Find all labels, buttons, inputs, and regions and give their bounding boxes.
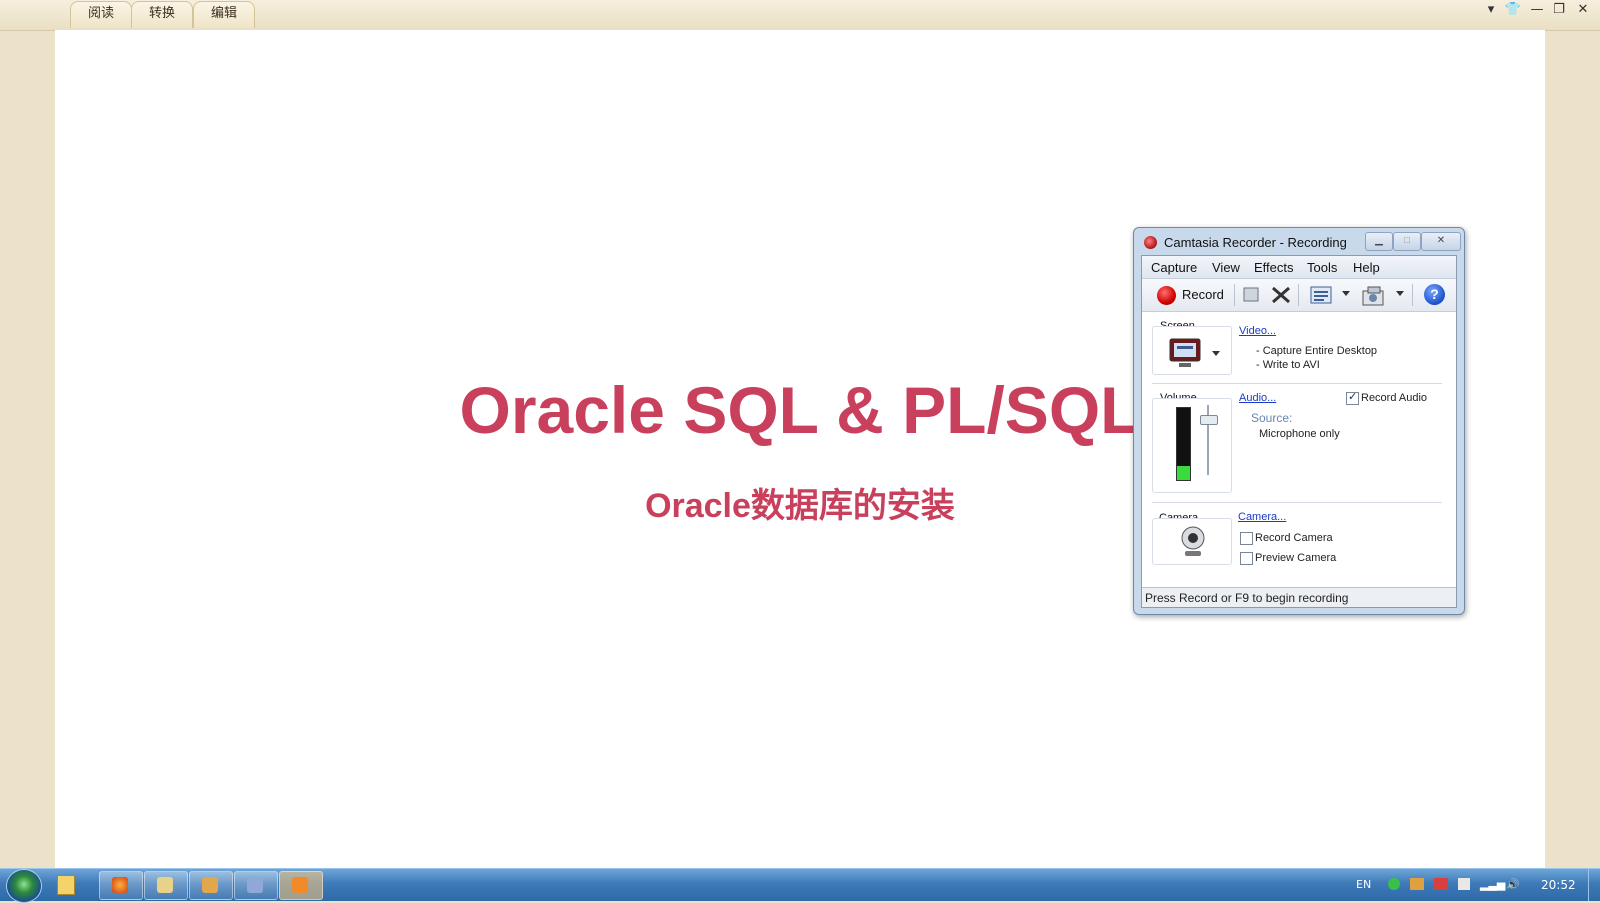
taskbar-explorer[interactable] xyxy=(144,871,188,900)
recorder-body: Capture View Effects Tools Help Record ?… xyxy=(1141,255,1457,608)
app-icon xyxy=(247,877,263,893)
video-link[interactable]: Video... xyxy=(1239,325,1276,337)
skin-icon[interactable]: 👕 xyxy=(1504,2,1522,17)
toolbar-separator xyxy=(1412,284,1413,306)
tray-app-icon[interactable] xyxy=(1458,878,1470,890)
record-audio-checkbox[interactable] xyxy=(1346,390,1359,405)
start-button[interactable] xyxy=(6,869,42,903)
record-label: Record xyxy=(1182,287,1224,302)
volume-slider-thumb[interactable] xyxy=(1200,415,1218,425)
explorer-icon xyxy=(157,877,173,893)
minimize-icon[interactable]: — xyxy=(1528,2,1546,17)
recorder-statusbar: Press Record or F9 to begin recording xyxy=(1142,587,1456,607)
camera-settings-icon[interactable] xyxy=(1362,285,1388,312)
chevron-down-icon[interactable] xyxy=(1396,291,1404,296)
tab-edit[interactable]: 编辑 xyxy=(193,1,255,28)
stop-icon[interactable] xyxy=(1242,285,1260,308)
preview-camera-label: Preview Camera xyxy=(1255,552,1337,564)
menu-help[interactable]: Help xyxy=(1353,260,1380,275)
screen-detail: - Capture Entire Desktop xyxy=(1256,345,1378,357)
status-text: Press Record or F9 to begin recording xyxy=(1145,591,1349,605)
app-icon xyxy=(202,877,218,893)
taskbar: EN ▂▃▅ 🔊 20:52 xyxy=(0,868,1600,903)
recorder-titlebar[interactable]: Camtasia Recorder - Recording ▁ □ ✕ xyxy=(1142,232,1461,254)
recorder-minimize-button[interactable]: ▁ xyxy=(1365,232,1393,251)
record-button[interactable]: Record xyxy=(1152,284,1230,306)
record-camera-checkbox[interactable] xyxy=(1240,532,1253,545)
tab-convert[interactable]: 转换 xyxy=(131,1,193,28)
language-indicator[interactable]: EN xyxy=(1356,878,1371,891)
volume-level-fill xyxy=(1177,466,1190,480)
dropdown-icon[interactable]: ▾ xyxy=(1482,2,1500,17)
tray-app-icon[interactable] xyxy=(1410,878,1424,890)
toolbar-separator xyxy=(1298,284,1299,306)
webcam-icon xyxy=(1181,526,1205,556)
menu-view[interactable]: View xyxy=(1212,260,1240,275)
recorder-toolbar: Record ? xyxy=(1142,279,1456,312)
volume-panel xyxy=(1152,398,1232,493)
source-label: Source: xyxy=(1251,411,1293,425)
close-icon[interactable]: ✕ xyxy=(1574,2,1592,17)
screen-selector[interactable] xyxy=(1152,326,1232,375)
screen-detail: - Write to AVI xyxy=(1256,359,1320,371)
section-divider xyxy=(1152,502,1442,503)
taskbar-reader[interactable] xyxy=(279,871,323,900)
taskbar-firefox[interactable] xyxy=(99,871,143,900)
tray-app-icon[interactable] xyxy=(1388,878,1400,890)
delete-icon[interactable] xyxy=(1270,285,1292,310)
reader-toolbar: 阅读 转换 编辑 ▾ 👕 — ❐ ✕ xyxy=(0,0,1600,31)
preview-camera-checkbox[interactable] xyxy=(1240,552,1253,565)
recorder-close-button[interactable]: ✕ xyxy=(1421,232,1461,251)
show-desktop-button[interactable] xyxy=(1588,869,1600,901)
folder-quicklaunch-icon[interactable] xyxy=(57,875,75,895)
source-value: Microphone only xyxy=(1259,428,1340,440)
recorder-menubar: Capture View Effects Tools Help xyxy=(1142,256,1456,279)
tab-read[interactable]: 阅读 xyxy=(70,1,132,28)
menu-tools[interactable]: Tools xyxy=(1307,260,1337,275)
screen-region-icon[interactable] xyxy=(1310,285,1334,312)
taskbar-app[interactable] xyxy=(234,871,278,900)
record-camera-label: Record Camera xyxy=(1255,532,1333,544)
menu-capture[interactable]: Capture xyxy=(1151,260,1197,275)
section-divider xyxy=(1152,383,1442,384)
restore-icon[interactable]: ❐ xyxy=(1550,2,1568,17)
help-icon[interactable]: ? xyxy=(1424,284,1445,305)
record-icon xyxy=(1157,286,1176,305)
menu-effects[interactable]: Effects xyxy=(1254,260,1294,275)
recorder-title: Camtasia Recorder - Recording xyxy=(1164,235,1347,250)
network-icon[interactable]: ▂▃▅ xyxy=(1480,878,1505,891)
taskbar-app[interactable] xyxy=(189,871,233,900)
recorder-window: Camtasia Recorder - Recording ▁ □ ✕ Capt… xyxy=(1133,227,1465,615)
chevron-down-icon[interactable] xyxy=(1212,351,1220,356)
camera-panel xyxy=(1152,518,1232,565)
tray-app-icon[interactable] xyxy=(1434,878,1448,890)
firefox-icon xyxy=(112,877,128,893)
reader-icon xyxy=(292,877,308,893)
record-audio-label: Record Audio xyxy=(1361,392,1428,404)
camera-link[interactable]: Camera... xyxy=(1238,511,1286,523)
recorder-maximize-button[interactable]: □ xyxy=(1393,232,1421,251)
audio-link[interactable]: Audio... xyxy=(1239,392,1276,404)
volume-meter xyxy=(1176,407,1191,481)
monitor-icon xyxy=(1169,338,1201,367)
toolbar-separator xyxy=(1234,284,1235,306)
chevron-down-icon[interactable] xyxy=(1342,291,1350,296)
camtasia-icon xyxy=(1144,236,1157,249)
clock[interactable]: 20:52 xyxy=(1541,878,1576,892)
volume-icon[interactable]: 🔊 xyxy=(1506,878,1520,891)
